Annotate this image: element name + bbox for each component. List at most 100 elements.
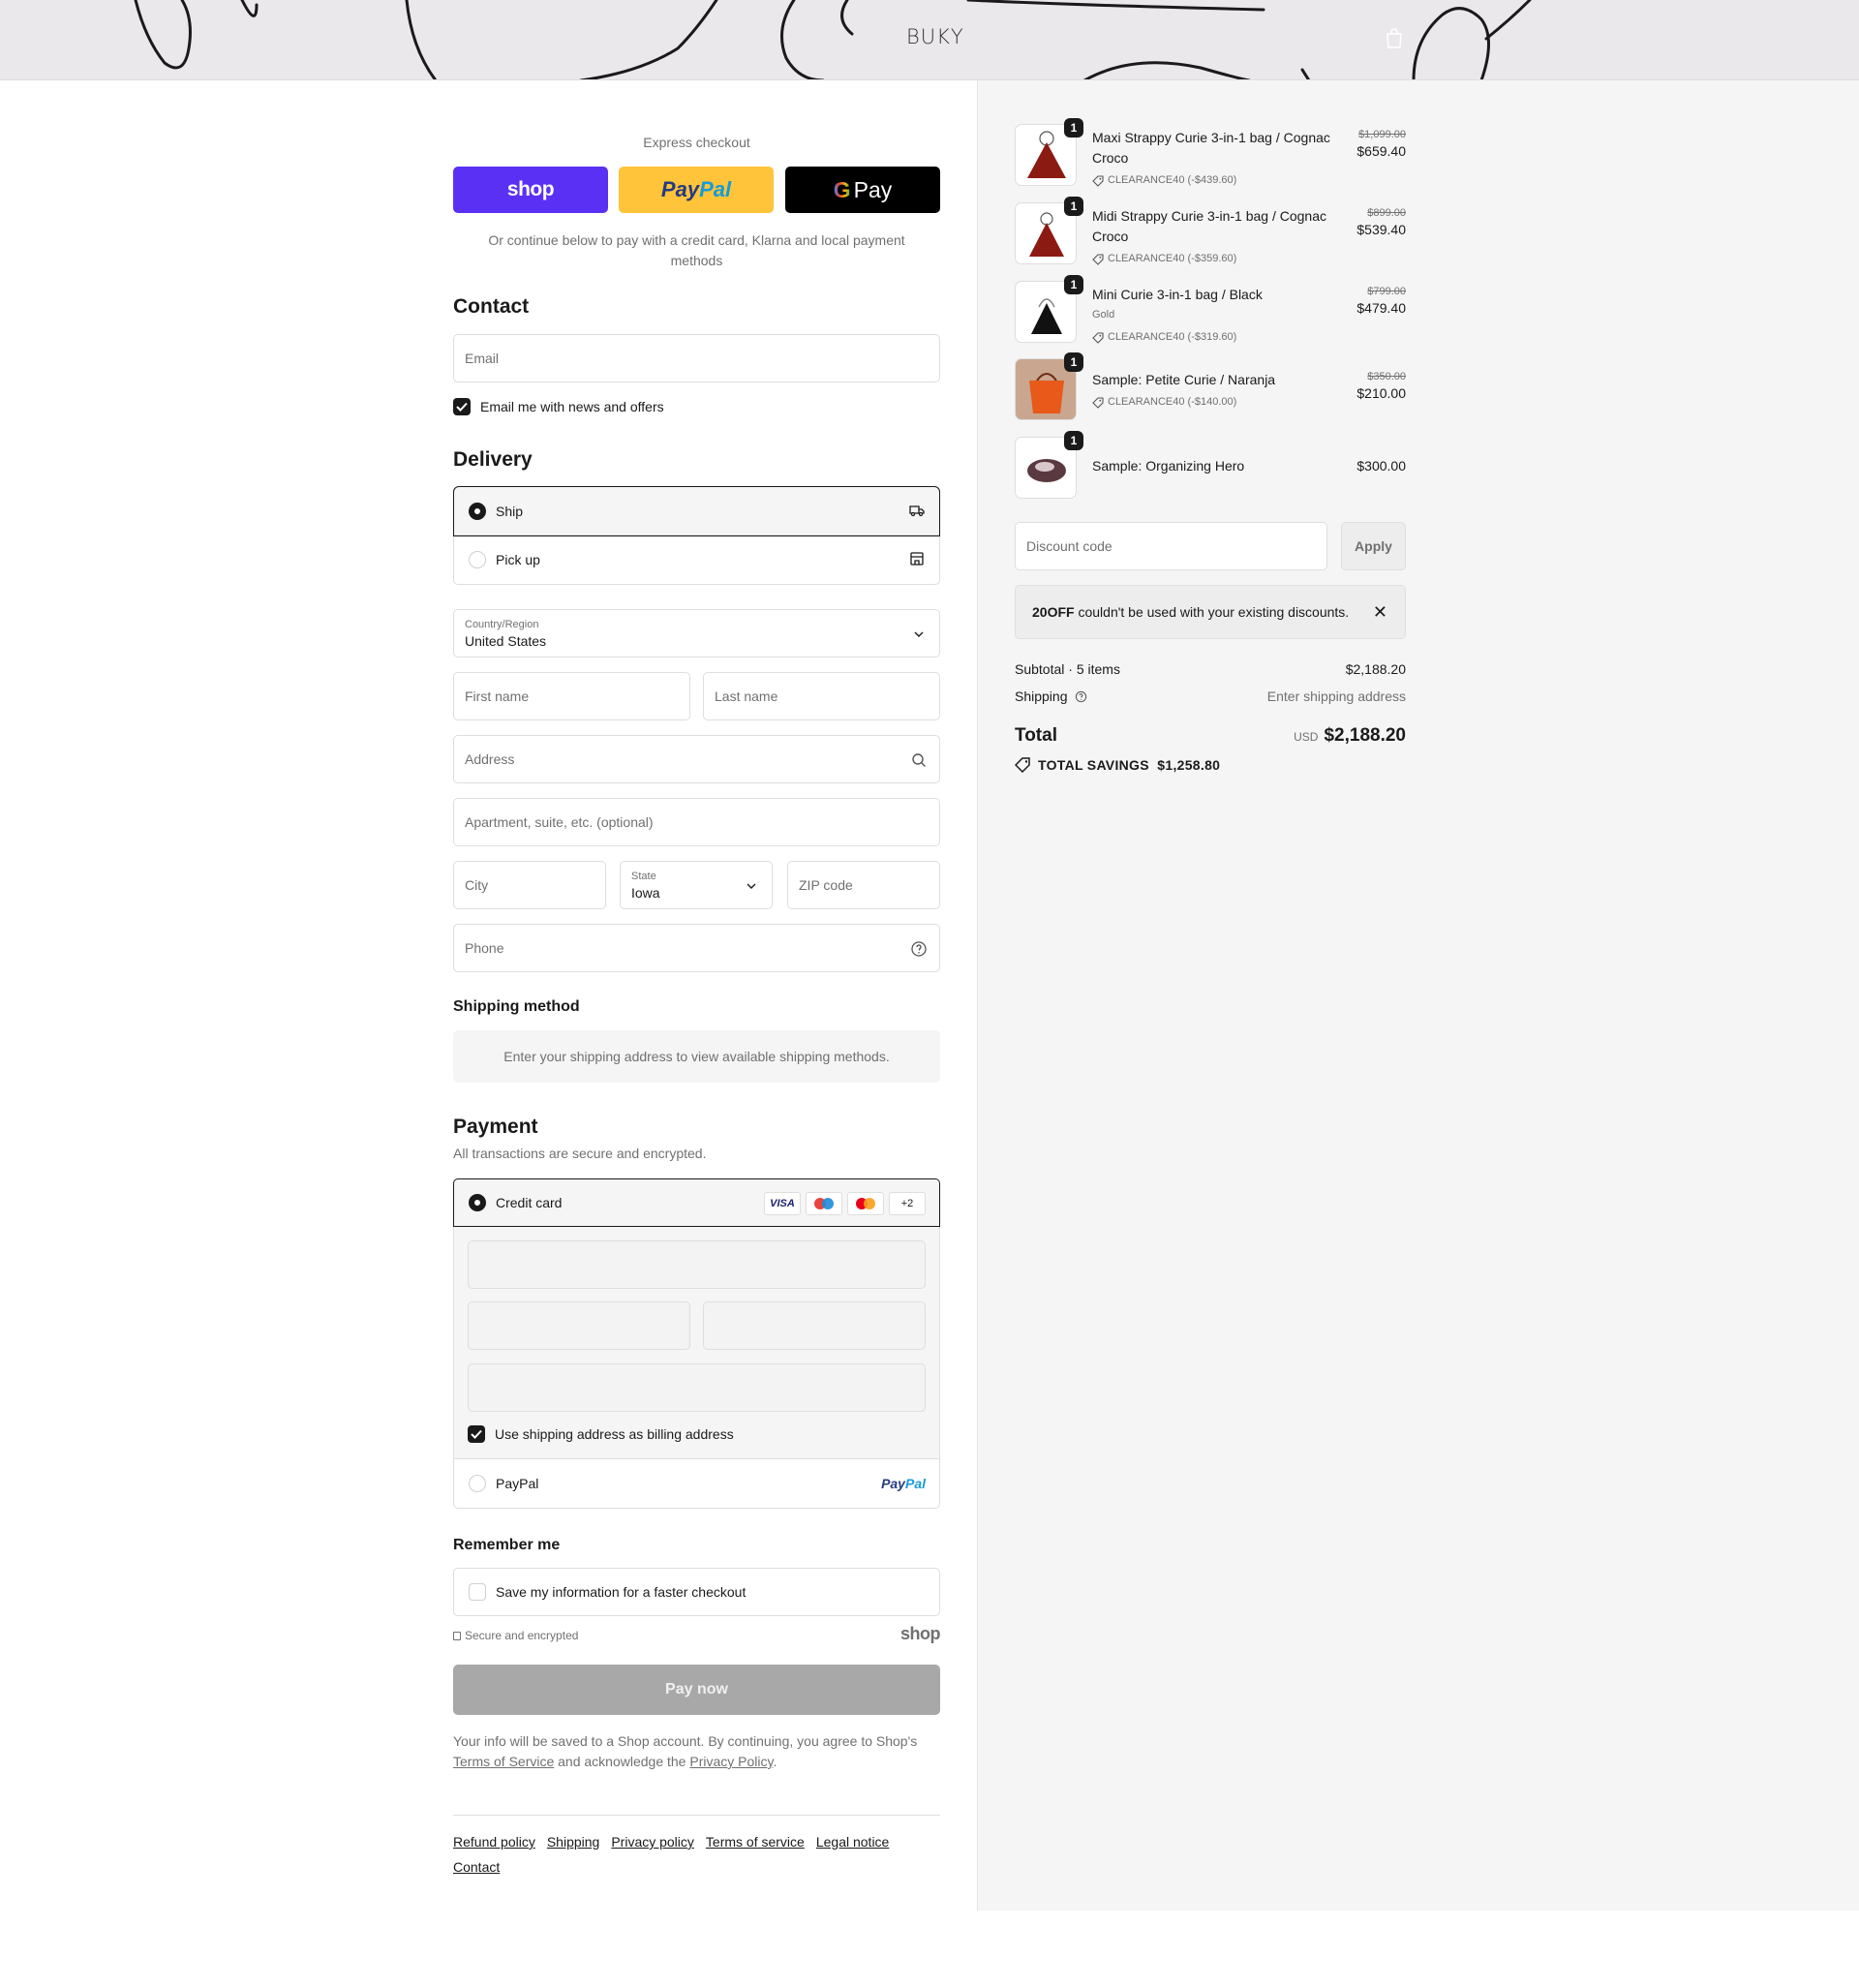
- bag-shape: [1029, 223, 1064, 257]
- last-name-field[interactable]: Last name: [703, 672, 940, 720]
- billing-checkbox[interactable]: [468, 1425, 485, 1443]
- footer-link-privacy[interactable]: Privacy policy: [611, 1834, 694, 1850]
- delivery-heading: Delivery: [453, 448, 533, 471]
- item-details: Sample: Organizing Hero: [1092, 456, 1334, 476]
- delivery-option-ship[interactable]: Ship: [453, 486, 940, 536]
- express-checkout-label: Express checkout: [643, 135, 750, 150]
- item-price: $799.00 $479.40: [1356, 285, 1406, 319]
- mastercard-icon: [847, 1192, 884, 1215]
- first-name-placeholder: First name: [465, 688, 530, 704]
- pay-now-button[interactable]: Pay now: [453, 1665, 940, 1715]
- chevron-down-icon: [747, 883, 756, 889]
- tag-icon: [1092, 396, 1104, 409]
- help-circle-icon[interactable]: [910, 940, 928, 958]
- shipping-method-heading: Shipping method: [453, 998, 580, 1015]
- pickup-radio[interactable]: [469, 551, 486, 568]
- phone-field[interactable]: Phone: [453, 924, 940, 972]
- apply-discount-button[interactable]: Apply: [1341, 522, 1406, 570]
- savings-label: TOTAL SAVINGS: [1038, 757, 1149, 773]
- card-name-field[interactable]: [468, 1363, 926, 1412]
- search-icon[interactable]: [910, 751, 928, 769]
- item-current-price: $210.00: [1356, 385, 1406, 401]
- tag-icon: [1015, 757, 1030, 773]
- shop-logo: shop: [900, 1624, 941, 1643]
- payment-option-credit-card[interactable]: Credit card VISA +2: [453, 1178, 940, 1227]
- state-label: State: [631, 871, 656, 882]
- shipping-value: Enter shipping address: [1266, 688, 1406, 704]
- discount-warning: 20OFF couldn't be used with your existin…: [1015, 585, 1406, 639]
- card-cvv-field[interactable]: [703, 1301, 926, 1350]
- country-select[interactable]: Country/Region United States: [453, 609, 940, 658]
- footer-link-shipping[interactable]: Shipping: [547, 1834, 600, 1850]
- quantity-badge: 1: [1064, 275, 1083, 294]
- discount-code-field[interactable]: Discount code: [1015, 522, 1327, 570]
- paypal-radio[interactable]: [469, 1475, 486, 1492]
- address-placeholder: Address: [465, 751, 515, 767]
- ship-radio[interactable]: [469, 503, 486, 520]
- apartment-placeholder: Apartment, suite, etc. (optional): [465, 814, 654, 830]
- continue-text: Or continue below to pay with a credit c…: [488, 232, 905, 268]
- credit-card-radio[interactable]: [469, 1194, 486, 1211]
- city-placeholder: City: [465, 877, 489, 893]
- apartment-field[interactable]: Apartment, suite, etc. (optional): [453, 798, 940, 846]
- city-field[interactable]: City: [453, 861, 606, 909]
- save-info-checkbox[interactable]: [469, 1583, 486, 1601]
- subtotal-label: Subtotal · 5 items: [1015, 661, 1120, 677]
- footer-link-terms[interactable]: Terms of service: [706, 1834, 805, 1850]
- truck-icon: [909, 505, 925, 517]
- terms-of-service-link[interactable]: Terms of Service: [453, 1754, 554, 1769]
- card-number-field[interactable]: [468, 1240, 926, 1289]
- total-amount: USD $2,188.20: [1294, 725, 1406, 747]
- remember-me-heading: Remember me: [453, 1537, 561, 1553]
- payment-option-paypal[interactable]: PayPal PayPal: [454, 1459, 939, 1508]
- remember-me-row[interactable]: Save my information for a faster checkou…: [453, 1568, 940, 1616]
- email-field[interactable]: Email: [453, 334, 940, 382]
- payment-heading: Payment: [453, 1116, 538, 1138]
- shop-pay-button[interactable]: shop: [453, 167, 608, 213]
- footer-link-contact[interactable]: Contact: [453, 1859, 500, 1875]
- phone-placeholder: Phone: [465, 940, 504, 956]
- google-pay-button[interactable]: G Pay: [785, 167, 940, 213]
- help-circle-icon[interactable]: [1075, 690, 1087, 703]
- close-icon[interactable]: ✕: [1373, 602, 1387, 623]
- item-current-price: $479.40: [1356, 300, 1406, 316]
- subtotal-value: $2,188.20: [1345, 661, 1406, 677]
- item-discount-label: CLEARANCE40 (-$439.60): [1108, 174, 1237, 186]
- zip-placeholder: ZIP code: [799, 877, 853, 893]
- currency-code: USD: [1294, 730, 1319, 744]
- header-banner: BUKY: [0, 0, 1859, 80]
- subtotal-row: Subtotal · 5 items $2,188.20: [1015, 661, 1406, 677]
- item-current-price: $539.40: [1356, 222, 1406, 237]
- shopping-bag-icon[interactable]: [1385, 27, 1404, 48]
- country-value: United States: [465, 633, 547, 649]
- paypal-express-button[interactable]: Pay Pal: [619, 167, 774, 213]
- news-checkbox-row[interactable]: Email me with news and offers: [453, 398, 664, 415]
- delivery-option-pickup[interactable]: Pick up: [454, 535, 939, 584]
- shipping-label: Shipping: [1015, 688, 1068, 704]
- privacy-policy-link[interactable]: Privacy Policy: [689, 1754, 773, 1769]
- last-name-placeholder: Last name: [715, 688, 778, 704]
- quantity-badge: 1: [1064, 352, 1083, 372]
- news-checkbox-label: Email me with news and offers: [480, 399, 664, 414]
- brand-logo[interactable]: BUKY: [906, 25, 964, 48]
- footer-link-refund[interactable]: Refund policy: [453, 1834, 535, 1850]
- item-old-price: $350.00: [1367, 371, 1406, 382]
- zip-field[interactable]: ZIP code: [787, 861, 940, 909]
- item-discount: CLEARANCE40 (-$439.60): [1092, 170, 1334, 191]
- more-cards-badge: +2: [889, 1192, 926, 1215]
- billing-checkbox-label: Use shipping address as billing address: [495, 1426, 734, 1442]
- state-select[interactable]: State Iowa: [620, 861, 773, 909]
- address-field[interactable]: Address: [453, 735, 940, 783]
- item-name: Midi Strappy Curie 3-in-1 bag / Cognac C…: [1092, 208, 1327, 244]
- first-name-field[interactable]: First name: [453, 672, 690, 720]
- warning-text: 20OFF couldn't be used with your existin…: [1032, 604, 1349, 620]
- save-info-label: Save my information for a faster checkou…: [496, 1584, 747, 1600]
- card-expiry-field[interactable]: [468, 1301, 690, 1350]
- footer-link-legal[interactable]: Legal notice: [816, 1834, 890, 1850]
- warning-code: 20OFF: [1032, 604, 1075, 620]
- news-checkbox[interactable]: [453, 398, 471, 415]
- discount-code-placeholder: Discount code: [1026, 538, 1112, 554]
- billing-checkbox-row[interactable]: Use shipping address as billing address: [468, 1425, 734, 1443]
- checkmark-icon: [456, 402, 468, 412]
- state-value: Iowa: [631, 885, 660, 901]
